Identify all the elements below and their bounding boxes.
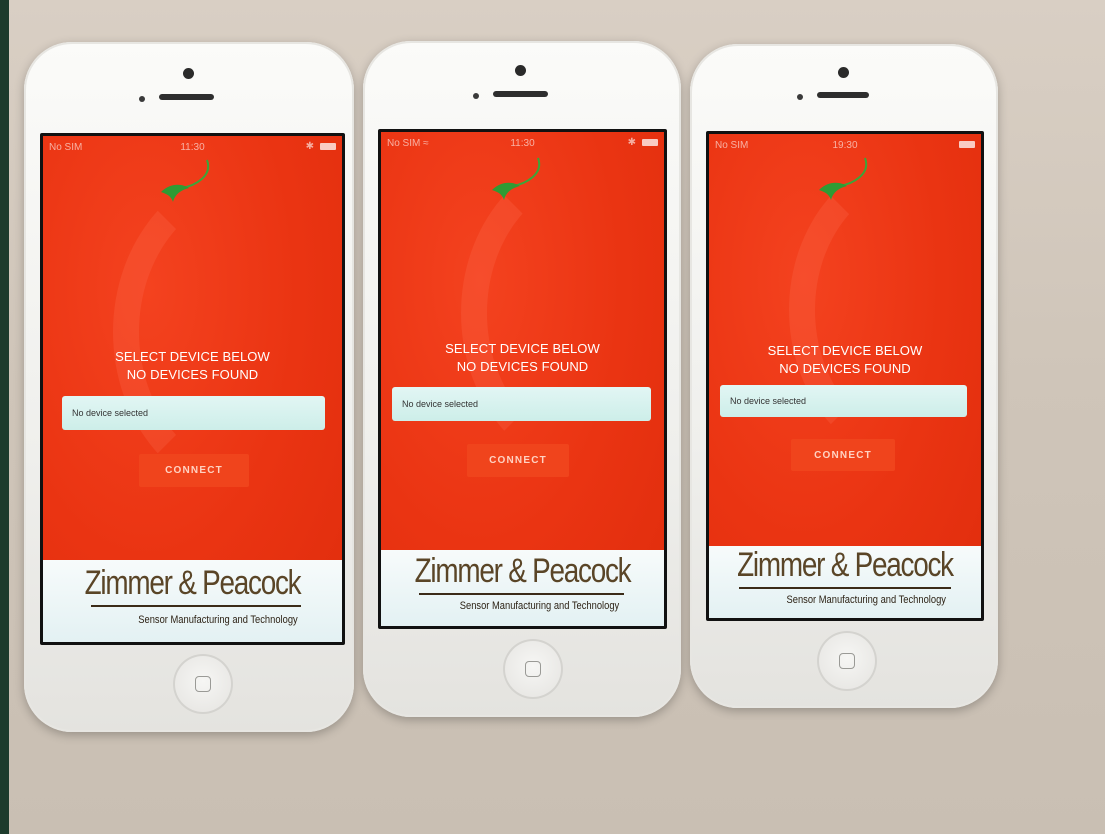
prompt-no-devices: NO DEVICES FOUND bbox=[126, 367, 259, 382]
status-bar: No SIM 19:30 bbox=[709, 134, 981, 156]
brand-tagline: Sensor Manufacturing and Technology bbox=[138, 614, 298, 626]
leaf-logo-icon bbox=[819, 157, 868, 200]
battery-icon bbox=[320, 143, 336, 150]
earpiece bbox=[159, 94, 214, 100]
prompt-no-devices: NO DEVICES FOUND bbox=[779, 361, 911, 376]
status-bar: No SIM ≈ 11:30 ✱ bbox=[381, 132, 664, 154]
phone-3: No SIM 19:30 SELECT DEVICE BELOW NO DEVI… bbox=[690, 44, 998, 708]
battery-icon bbox=[959, 141, 975, 148]
home-square-glyph bbox=[839, 653, 855, 669]
prompt-select-device: SELECT DEVICE BELOW bbox=[115, 349, 270, 364]
home-button-icon[interactable] bbox=[503, 639, 563, 699]
front-camera bbox=[183, 68, 194, 79]
earpiece bbox=[817, 92, 869, 98]
home-button-icon[interactable] bbox=[173, 654, 233, 714]
device-select-field[interactable]: No device selected bbox=[720, 385, 967, 417]
connect-button[interactable]: CONNECT bbox=[467, 444, 569, 477]
phone-2: No SIM ≈ 11:30 ✱ SELECT DEVICE BELOW NO … bbox=[363, 41, 681, 717]
prompt-no-devices: NO DEVICES FOUND bbox=[456, 359, 589, 374]
proximity-sensor bbox=[139, 96, 145, 102]
connect-button[interactable]: CONNECT bbox=[139, 454, 249, 487]
leaf-logo-icon bbox=[492, 157, 541, 200]
prompt-select-device: SELECT DEVICE BELOW bbox=[445, 341, 600, 356]
prompt-text: SELECT DEVICE BELOW NO DEVICES FOUND bbox=[43, 348, 342, 384]
brand-tagline: Sensor Manufacturing and Technology bbox=[786, 594, 946, 606]
bluetooth-icon: ✱ bbox=[305, 141, 314, 152]
battery-icon bbox=[642, 139, 658, 146]
home-square-glyph bbox=[195, 676, 211, 692]
brand-tagline: Sensor Manufacturing and Technology bbox=[459, 600, 620, 612]
front-camera bbox=[515, 65, 526, 76]
app-screen: No SIM 11:30 ✱ SELECT DEVICE BELOW NO DE… bbox=[43, 136, 342, 642]
phone-3-screen: No SIM 19:30 SELECT DEVICE BELOW NO DEVI… bbox=[706, 131, 984, 621]
brand-name: Zimmer & Peacock bbox=[737, 546, 954, 584]
prompt-select-device: SELECT DEVICE BELOW bbox=[767, 343, 923, 358]
connect-button[interactable]: CONNECT bbox=[791, 439, 895, 471]
proximity-sensor bbox=[797, 94, 803, 100]
brand-name: Zimmer & Peacock bbox=[84, 564, 302, 602]
home-square-glyph bbox=[525, 661, 541, 677]
brand-footer: Zimmer & Peacock Sensor Manufacturing an… bbox=[381, 550, 664, 626]
status-bar: No SIM 11:30 ✱ bbox=[43, 136, 342, 158]
phone-1-screen: No SIM 11:30 ✱ SELECT DEVICE BELOW NO DE… bbox=[40, 133, 345, 645]
proximity-sensor bbox=[473, 93, 479, 99]
brand-underline bbox=[419, 593, 624, 595]
brand-footer: Zimmer & Peacock Sensor Manufacturing an… bbox=[709, 546, 981, 618]
app-screen: No SIM 19:30 SELECT DEVICE BELOW NO DEVI… bbox=[709, 134, 981, 618]
brand-name: Zimmer & Peacock bbox=[414, 552, 632, 590]
clock: 11:30 bbox=[510, 138, 535, 149]
background-swoosh bbox=[113, 166, 342, 498]
leaf-logo-icon bbox=[161, 159, 210, 202]
photo-left-edge bbox=[0, 0, 9, 834]
phone-2-screen: No SIM ≈ 11:30 ✱ SELECT DEVICE BELOW NO … bbox=[378, 129, 667, 629]
front-camera bbox=[838, 67, 849, 78]
app-screen: No SIM ≈ 11:30 ✱ SELECT DEVICE BELOW NO … bbox=[381, 132, 664, 626]
earpiece bbox=[493, 91, 548, 97]
clock: 11:30 bbox=[180, 142, 205, 153]
bluetooth-icon: ✱ bbox=[627, 137, 636, 148]
device-select-field[interactable]: No device selected bbox=[62, 396, 325, 430]
prompt-text: SELECT DEVICE BELOW NO DEVICES FOUND bbox=[709, 342, 981, 378]
brand-footer: Zimmer & Peacock Sensor Manufacturing an… bbox=[43, 560, 342, 642]
device-select-field[interactable]: No device selected bbox=[392, 387, 651, 421]
home-button-icon[interactable] bbox=[817, 631, 877, 691]
clock: 19:30 bbox=[832, 140, 858, 151]
phone-1: No SIM 11:30 ✱ SELECT DEVICE BELOW NO DE… bbox=[24, 42, 354, 732]
prompt-text: SELECT DEVICE BELOW NO DEVICES FOUND bbox=[381, 340, 664, 376]
brand-underline bbox=[91, 605, 301, 607]
brand-underline bbox=[739, 587, 951, 589]
